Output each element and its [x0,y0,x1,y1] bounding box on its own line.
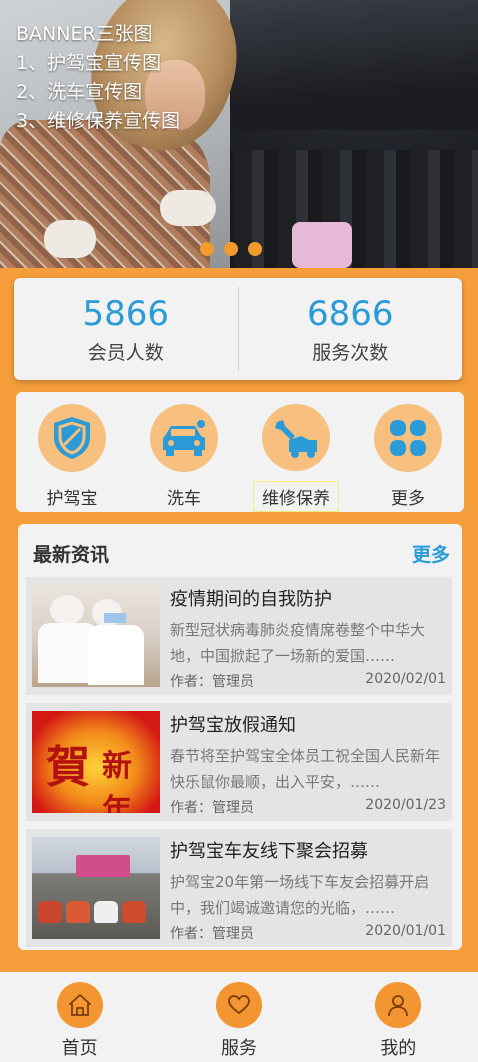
news-item-summary: 春节将至护驾宝全体员工祝全国人民新年快乐鼠你最顺，出入平安，…… [170,747,441,791]
banner-text: BANNER三张图 1、护驾宝宣传图 2、洗车宣传图 3、维修保养宣传图 [16,20,180,136]
news-item-date: 2020/01/23 [365,797,446,813]
banner-line: 3、维修保养宣传图 [16,110,181,132]
more-grid-icon [374,404,442,472]
banner-cloth [292,222,352,268]
banner-line: 1、护驾宝宣传图 [16,52,162,74]
service-label: 洗车 [167,489,201,509]
tab-service[interactable]: 服务 [159,972,318,1062]
stat-label: 服务次数 [312,341,389,364]
stat-value: 5866 [82,293,170,334]
news-item-author: 作者：管理员 [170,674,254,690]
stats-card: 5866 会员人数 6866 服务次数 [14,278,462,380]
stat-members: 5866 会员人数 [14,294,238,365]
news-item[interactable]: 护驾宝车友线下聚会招募 护驾宝20年第一场线下车友会招募开启中，我们竭诚邀请您的… [26,829,452,947]
car-wash-icon [150,404,218,472]
tab-label: 首页 [61,1038,98,1059]
news-more-link[interactable]: 更多 [412,540,450,567]
heart-icon [215,982,262,1028]
news-item-title: 护驾宝放假通知 [170,715,296,736]
user-icon [375,982,422,1028]
news-item[interactable]: 疫情期间的自我防护 新型冠状病毒肺炎疫情席卷整个中华大地，中国掀起了一场新的爱国… [26,577,452,695]
shield-icon [38,404,106,472]
carousel-dot[interactable] [200,242,214,256]
news-item-author: 作者：管理员 [170,800,254,816]
service-label: 更多 [391,489,425,509]
news-item[interactable]: 賀新年 护驾宝放假通知 春节将至护驾宝全体员工祝全国人民新年快乐鼠你最顺，出入平… [26,703,452,821]
carousel-dot[interactable] [224,242,238,256]
news-thumbnail [32,585,160,687]
carousel-indicators [200,242,262,256]
home-icon [56,982,103,1028]
repair-icon [262,404,330,471]
banner-line: 2、洗车宣传图 [16,81,143,103]
service-hujiabao[interactable]: 护驾宝 [16,392,128,512]
news-section: 最新资讯 更多 疫情期间的自我防护 新型冠状病毒肺炎疫情席卷整个中华大地，中国掀… [18,524,462,950]
news-item-date: 2020/02/01 [365,671,446,687]
bottom-tab-bar: 首页 服务 我的 [0,972,478,1062]
news-title: 最新资讯 [33,543,110,566]
tab-label: 我的 [380,1038,417,1059]
news-thumbnail: 賀新年 [32,711,160,813]
news-header: 最新资讯 更多 [18,524,462,568]
banner-line: BANNER三张图 [16,23,153,45]
banner-glove [160,190,216,226]
stat-services: 6866 服务次数 [239,294,463,365]
banner-glove [44,220,96,258]
tab-mine[interactable]: 我的 [319,972,478,1062]
stat-label: 会员人数 [87,341,164,364]
service-grid: 护驾宝 洗车 维修保养 更多 [16,392,464,512]
news-item-title: 护驾宝车友线下聚会招募 [170,841,368,862]
banner-car-hood [210,0,478,130]
news-thumbnail [32,837,160,939]
news-item-author: 作者：管理员 [170,926,254,942]
service-label: 维修保养 [253,481,339,512]
tab-label: 服务 [220,1038,257,1059]
carousel-dot[interactable] [248,242,262,256]
tab-home[interactable]: 首页 [0,972,159,1062]
banner-carousel[interactable]: BANNER三张图 1、护驾宝宣传图 2、洗车宣传图 3、维修保养宣传图 [0,0,478,268]
service-more[interactable]: 更多 [352,392,464,512]
news-item-title: 疫情期间的自我防护 [170,589,332,610]
news-item-date: 2020/01/01 [365,923,446,939]
service-carwash[interactable]: 洗车 [128,392,240,512]
stat-value: 6866 [306,293,394,334]
service-repair[interactable]: 维修保养 [240,392,352,512]
news-item-summary: 新型冠状病毒肺炎疫情席卷整个中华大地，中国掀起了一场新的爱国…… [170,621,426,665]
service-label: 护驾宝 [46,489,98,509]
news-item-summary: 护驾宝20年第一场线下车友会招募开启中，我们竭诚邀请您的光临，…… [170,873,430,917]
